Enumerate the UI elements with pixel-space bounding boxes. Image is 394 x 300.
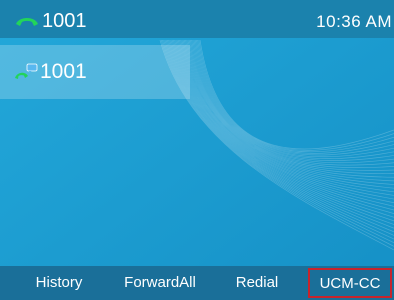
line-key-label: 1001: [40, 60, 87, 83]
line-key-1001[interactable]: 1001: [0, 45, 190, 99]
status-account-label: 1001: [42, 10, 87, 32]
status-bar: 1001 10:36 AM: [0, 0, 394, 38]
softkey-forwardall[interactable]: ForwardAll: [108, 266, 212, 300]
phone-screen: 1001 10:36 AM 1001 History ForwardAll Re…: [0, 0, 394, 300]
softkey-redial[interactable]: Redial: [222, 266, 292, 300]
line-status-icon: [15, 63, 38, 79]
phone-handset-icon: [16, 18, 38, 26]
softkey-ucm-cc[interactable]: UCM-CC: [308, 268, 392, 298]
softkey-bar: History ForwardAll Redial UCM-CC: [0, 266, 394, 300]
status-time: 10:36 AM: [316, 12, 392, 31]
softkey-history[interactable]: History: [22, 266, 96, 300]
status-account: 1001: [14, 11, 87, 31]
